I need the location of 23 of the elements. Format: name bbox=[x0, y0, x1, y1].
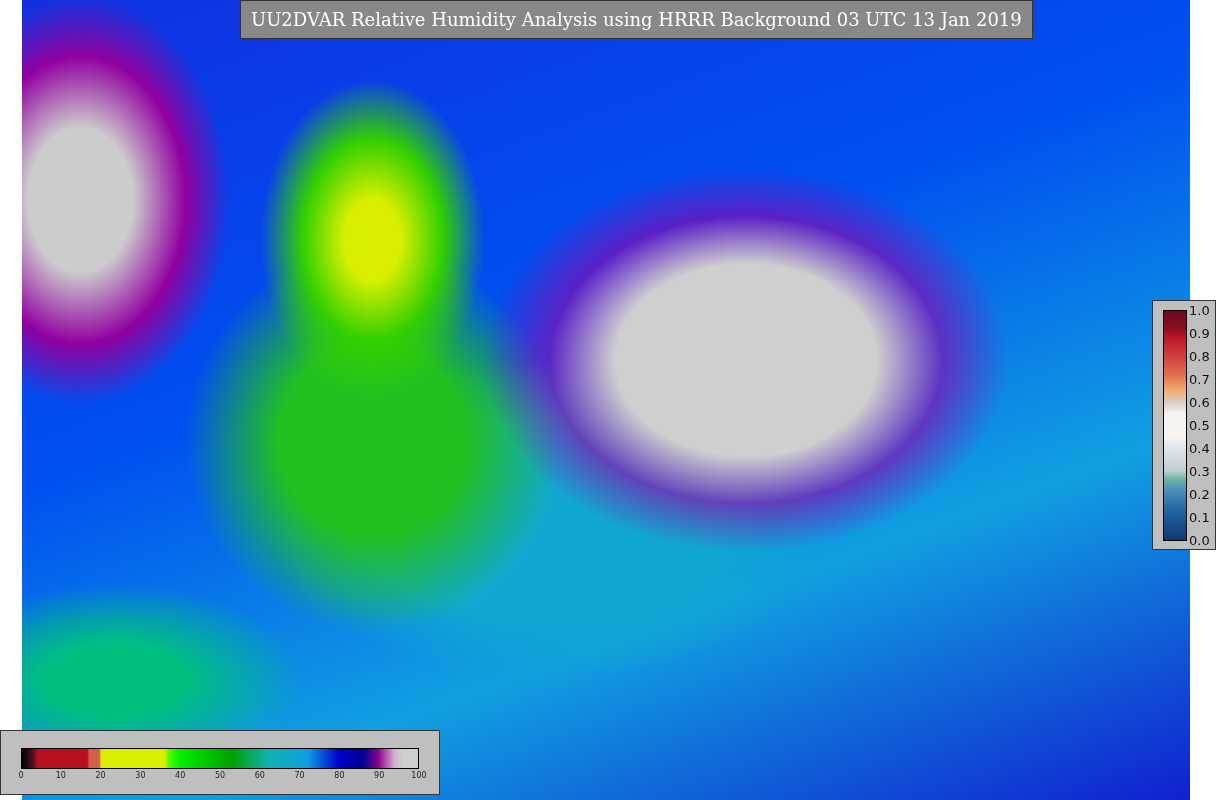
tick-label: 90 bbox=[374, 770, 385, 782]
tick-label: 0.8 bbox=[1189, 350, 1210, 363]
tick-label: 50 bbox=[214, 770, 226, 782]
tick-label: 0 bbox=[18, 770, 24, 782]
tick-label: 30 bbox=[135, 770, 146, 782]
tick-label: 60 bbox=[254, 770, 265, 782]
tick-label: 70 bbox=[294, 770, 305, 782]
tick-label: 0.2 bbox=[1189, 488, 1210, 501]
tick-label: 0.9 bbox=[1189, 327, 1210, 340]
map-title: UU2DVAR Relative Humidity Analysis using HRRR Background 03 UTC 13 Jan 2019 bbox=[240, 0, 1033, 39]
tick-label: 1.0 bbox=[1189, 304, 1210, 317]
tick-label: 0.0 bbox=[1189, 534, 1210, 547]
tick-label: 0.1 bbox=[1189, 511, 1210, 524]
tick-label: 0.4 bbox=[1189, 442, 1210, 455]
tick-label: 10 bbox=[55, 770, 66, 782]
tick-label: 20 bbox=[95, 770, 106, 782]
tick-label: 100 bbox=[411, 770, 427, 782]
tick-label: 0.6 bbox=[1189, 396, 1210, 409]
tick-label: 0.5 bbox=[1189, 419, 1210, 432]
tick-label: 40 bbox=[175, 770, 186, 782]
tick-label: 0.3 bbox=[1189, 465, 1210, 478]
tick-label: 80 bbox=[334, 770, 345, 782]
tick-label: 0.7 bbox=[1189, 373, 1210, 386]
